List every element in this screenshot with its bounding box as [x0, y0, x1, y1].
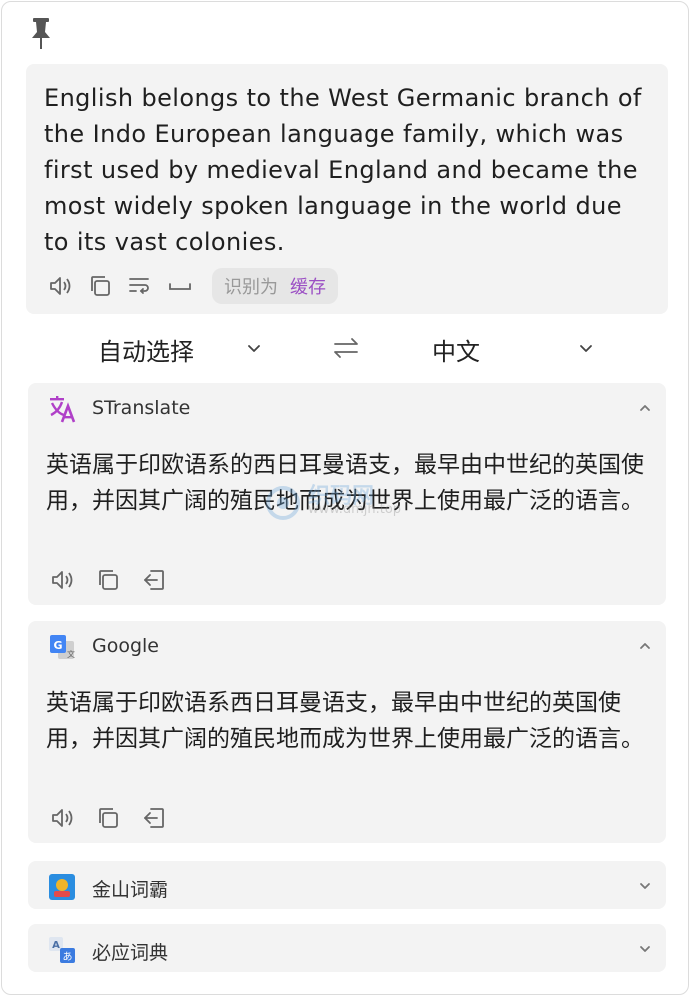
service-name: STranslate [92, 397, 191, 419]
watermark: 织码网 www.dmjh.top [264, 480, 434, 524]
app-window: English belongs to the West Germanic bra… [1, 1, 689, 995]
google-translate-icon: G 文 [48, 633, 76, 661]
insert-icon[interactable] [140, 566, 168, 594]
svg-text:あ: あ [63, 951, 73, 963]
chevron-up-icon[interactable] [636, 399, 654, 417]
source-language-select[interactable]: 自动选择 [98, 332, 194, 367]
service-name: 金山词霸 [92, 879, 169, 901]
service-header[interactable]: A あ 必应词典 [28, 924, 666, 974]
detect-label: 识别为 [224, 277, 278, 298]
copy-icon[interactable] [94, 804, 122, 832]
chevron-down-icon[interactable] [636, 940, 654, 958]
input-text[interactable]: English belongs to the West Germanic bra… [44, 80, 644, 260]
stranslate-logo-icon [48, 395, 76, 423]
svg-text:文: 文 [67, 649, 75, 659]
chevron-down-icon[interactable] [244, 338, 264, 358]
translation-result[interactable]: 英语属于印欧语系西日耳曼语支，最早由中世纪的英国使用，并因其广阔的殖民地而成为世… [46, 685, 646, 757]
service-name: 必应词典 [92, 942, 169, 964]
detect-value: 缓存 [290, 277, 326, 298]
service-header[interactable]: G 文 Google [28, 621, 666, 671]
result-toolbar [48, 804, 186, 832]
service-header[interactable]: 金山词霸 [28, 861, 666, 911]
copy-icon[interactable] [94, 566, 122, 594]
wrap-text-icon[interactable] [126, 272, 154, 300]
target-language-select[interactable]: 中文 [432, 332, 480, 367]
language-bar: 自动选择 中文 [26, 324, 668, 374]
pin-icon[interactable] [30, 16, 52, 50]
input-toolbar: 识别为 缓存 [46, 268, 338, 304]
bing-dict-icon: A あ [48, 936, 76, 964]
iciba-icon [48, 873, 76, 901]
copy-icon[interactable] [86, 272, 114, 300]
swap-languages-icon[interactable] [332, 334, 360, 362]
chevron-down-icon[interactable] [576, 338, 596, 358]
result-toolbar [48, 566, 186, 594]
service-name: Google [92, 635, 160, 657]
chevron-up-icon[interactable] [636, 637, 654, 655]
detect-language-badge[interactable]: 识别为 缓存 [212, 268, 338, 304]
speaker-icon[interactable] [48, 566, 76, 594]
chevron-down-icon[interactable] [636, 877, 654, 895]
watermark-logo-icon [266, 486, 300, 520]
watermark-url: www.dmjh.top [308, 502, 402, 517]
service-header[interactable]: STranslate [28, 383, 666, 433]
service-card-bing[interactable]: A あ 必应词典 [28, 924, 666, 972]
svg-text:G: G [53, 639, 62, 652]
space-icon[interactable] [166, 272, 194, 300]
service-card-google: G 文 Google 英语属于印欧语系西日耳曼语支，最早由中世纪的英国使用，并因… [28, 621, 666, 843]
speaker-icon[interactable] [48, 804, 76, 832]
input-area[interactable]: English belongs to the West Germanic bra… [26, 64, 668, 314]
insert-icon[interactable] [140, 804, 168, 832]
speaker-icon[interactable] [46, 272, 74, 300]
svg-text:A: A [52, 940, 60, 951]
service-card-iciba[interactable]: 金山词霸 [28, 861, 666, 909]
